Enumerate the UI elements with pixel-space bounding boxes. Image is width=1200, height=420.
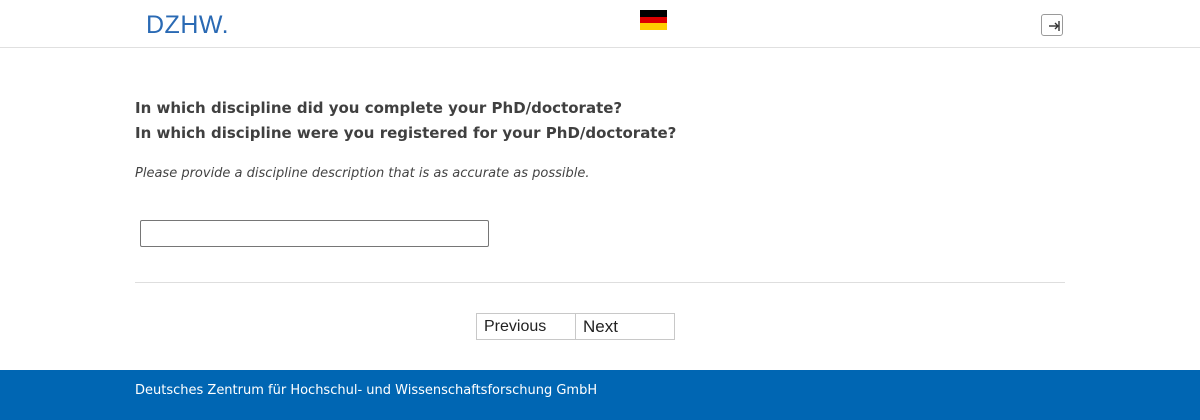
divider	[135, 282, 1065, 283]
next-button[interactable]: Next	[576, 313, 675, 340]
question-instruction: Please provide a discipline description …	[135, 166, 590, 181]
flag-stripe-red	[640, 16, 667, 24]
page-header: DZHW.	[0, 0, 1200, 48]
footer-organization-name: Deutsches Zentrum für Hochschul- und Wis…	[135, 383, 598, 398]
question-area: In which discipline did you complete you…	[135, 96, 1065, 283]
flag-stripe-black	[640, 10, 667, 17]
discipline-input[interactable]	[140, 220, 489, 247]
flag-stripe-gold	[640, 23, 667, 31]
page-footer: Deutsches Zentrum für Hochschul- und Wis…	[0, 370, 1200, 420]
previous-button[interactable]: Previous	[476, 313, 576, 340]
navigation-buttons: Previous Next	[476, 313, 675, 340]
logout-button[interactable]	[1041, 14, 1063, 36]
dzhw-logo: DZHW.	[146, 11, 230, 39]
question-text-line-2: In which discipline were you registered …	[135, 124, 677, 142]
question-text-line-1: In which discipline did you complete you…	[135, 99, 623, 117]
logout-icon	[1049, 21, 1060, 31]
german-flag-icon[interactable]	[640, 10, 667, 31]
